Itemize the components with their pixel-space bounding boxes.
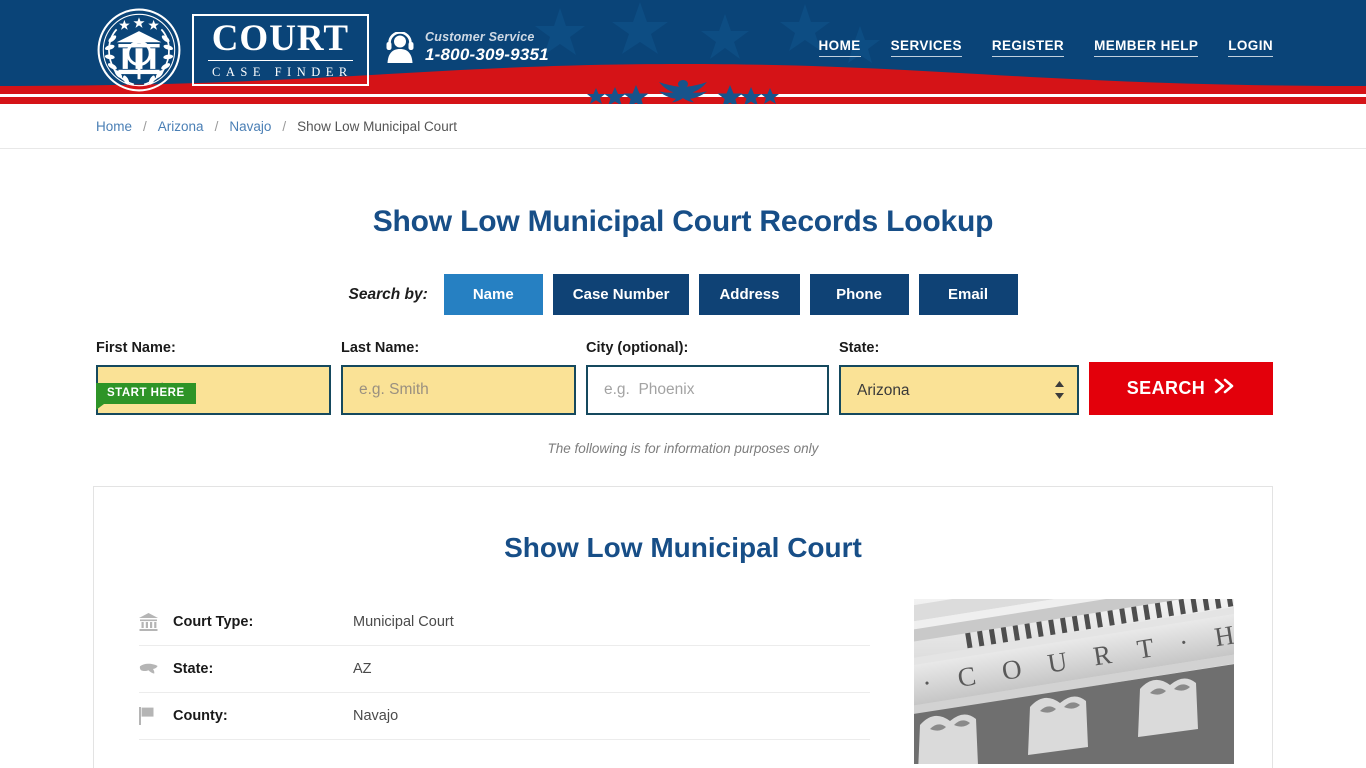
site-header: COURT CASE FINDER Customer Service 1-800… <box>0 0 1366 104</box>
information-note: The following is for information purpose… <box>547 441 819 456</box>
state-select-wrapper: Arizona <box>839 365 1079 415</box>
site-logo[interactable]: COURT CASE FINDER <box>96 7 369 93</box>
search-form: First Name: Last Name: City (optional): … <box>93 340 1273 415</box>
main-navigation: HOME SERVICES REGISTER MEMBER HELP LOGIN <box>818 38 1273 57</box>
last-name-field-group: Last Name: <box>341 340 576 415</box>
state-select[interactable]: Arizona <box>839 365 1079 415</box>
headset-support-icon <box>386 31 414 63</box>
court-details-card: Show Low Municipal Court Court Type: Mun… <box>93 486 1273 768</box>
customer-service-label: Customer Service <box>425 30 535 44</box>
courthouse-photo-image: · C O U R T · H O U S E · <box>914 599 1234 764</box>
detail-value-state: AZ <box>353 661 372 677</box>
tab-name[interactable]: Name <box>443 274 543 315</box>
detail-value-court-type: Municipal Court <box>353 614 454 630</box>
nav-item-member-help[interactable]: MEMBER HELP <box>1094 38 1199 57</box>
last-name-input[interactable] <box>341 365 576 415</box>
double-chevron-right-icon <box>1214 378 1235 399</box>
detail-label-state: State: <box>173 661 214 677</box>
page-title: Show Low Municipal Court Records Lookup <box>372 205 994 238</box>
detail-label-county: County: <box>173 708 228 724</box>
court-seal-icon <box>97 8 181 92</box>
first-name-label: First Name: <box>96 340 176 356</box>
state-label: State: <box>839 340 880 356</box>
breadcrumb-bar: Home / Arizona / Navajo / Show Low Munic… <box>0 104 1366 149</box>
nav-item-home[interactable]: HOME <box>818 38 861 57</box>
customer-service-phone[interactable]: 1-800-309-9351 <box>425 45 549 65</box>
breadcrumb: Home / Arizona / Navajo / Show Low Munic… <box>93 104 1273 149</box>
court-detail-list: Court Type: Municipal Court State: AZ Co… <box>139 599 870 764</box>
tab-phone[interactable]: Phone <box>809 274 909 315</box>
state-field-group: State: Arizona <box>839 340 1079 415</box>
courthouse-photo: · C O U R T · H O U S E · <box>914 599 1234 764</box>
eagle-emblem-icon <box>587 80 779 104</box>
flag-icon <box>139 707 173 725</box>
nav-item-login[interactable]: LOGIN <box>1228 38 1273 57</box>
detail-label-court-type: Court Type: <box>173 614 254 630</box>
breadcrumb-item-navajo[interactable]: Navajo <box>229 119 271 134</box>
tab-email[interactable]: Email <box>918 274 1018 315</box>
court-name-title: Show Low Municipal Court <box>504 532 862 563</box>
main-content: Show Low Municipal Court Records Lookup … <box>93 205 1273 768</box>
detail-row-state: State: AZ <box>139 646 870 693</box>
court-card-body: Court Type: Municipal Court State: AZ Co… <box>94 564 1272 764</box>
nav-item-services[interactable]: SERVICES <box>890 38 962 57</box>
logo-brand-top: COURT <box>208 20 353 62</box>
city-input[interactable] <box>586 365 829 415</box>
city-field-group: City (optional): <box>586 340 829 415</box>
breadcrumb-item-current: Show Low Municipal Court <box>297 119 457 134</box>
bank-building-icon <box>139 613 173 631</box>
last-name-label: Last Name: <box>341 340 420 356</box>
nav-item-register[interactable]: REGISTER <box>991 38 1065 57</box>
breadcrumb-item-arizona[interactable]: Arizona <box>158 119 204 134</box>
breadcrumb-separator: / <box>282 119 287 134</box>
tab-address[interactable]: Address <box>699 274 800 315</box>
city-label: City (optional): <box>586 340 689 356</box>
logo-wordmark: COURT CASE FINDER <box>192 14 369 86</box>
search-by-tabs: Search by: Name Case Number Address Phon… <box>93 274 1273 315</box>
customer-service-block[interactable]: Customer Service 1-800-309-9351 <box>385 30 549 65</box>
detail-row-county: County: Navajo <box>139 693 870 740</box>
detail-row-court-type: Court Type: Municipal Court <box>139 599 870 646</box>
usa-map-icon <box>139 662 173 676</box>
start-here-badge: START HERE <box>96 383 196 410</box>
search-button-label: SEARCH <box>1126 378 1206 398</box>
breadcrumb-item-home[interactable]: Home <box>96 119 132 134</box>
breadcrumb-separator: / <box>214 119 219 134</box>
tab-case-number[interactable]: Case Number <box>552 274 690 315</box>
breadcrumb-separator: / <box>143 119 147 134</box>
search-by-label: Search by: <box>348 285 428 303</box>
search-button[interactable]: SEARCH <box>1089 362 1273 415</box>
detail-value-county: Navajo <box>353 708 399 724</box>
logo-brand-bottom: CASE FINDER <box>212 65 353 80</box>
